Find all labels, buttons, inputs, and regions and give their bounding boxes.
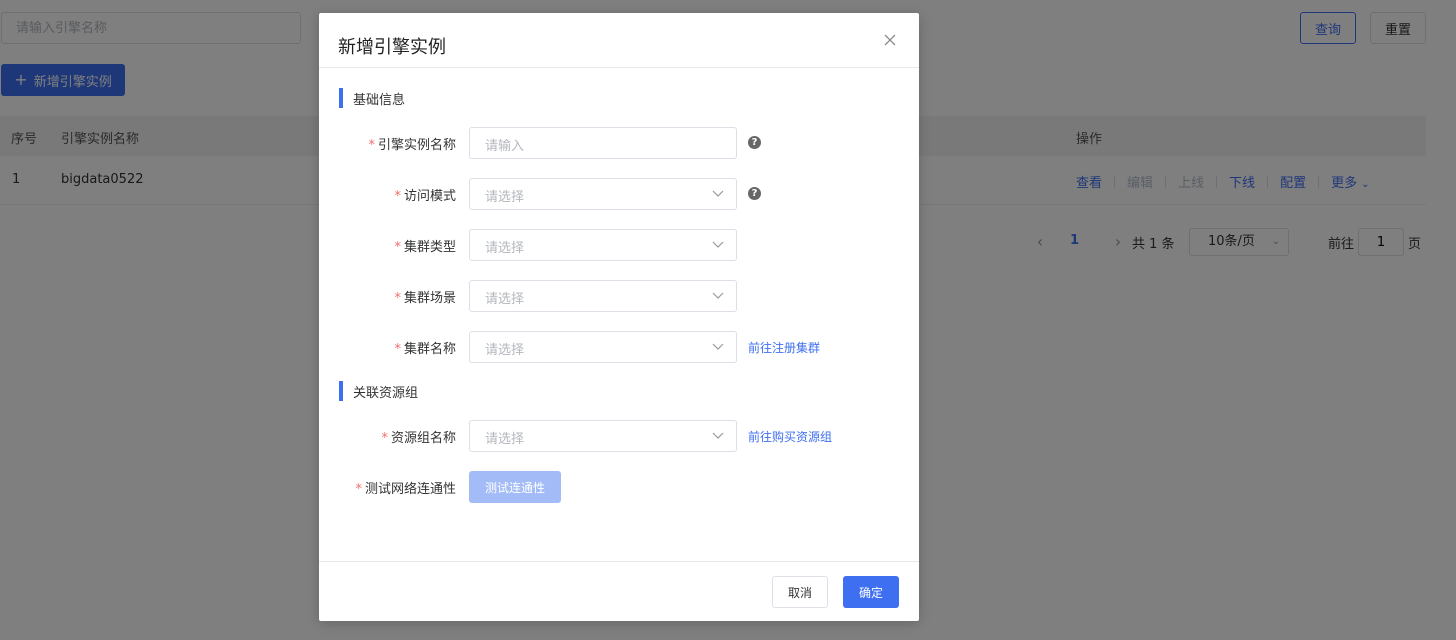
- section-basic-info-label: 基础信息: [353, 92, 406, 108]
- engine-name-label: * 引擎实例名称: [368, 134, 456, 153]
- confirm-button[interactable]: 确定: [843, 576, 899, 608]
- form-row-cluster-scene: * 集群场景 请选择: [319, 280, 919, 312]
- help-icon[interactable]: ?: [748, 187, 761, 200]
- chevron-down-icon: [712, 432, 724, 439]
- cluster-type-label-text: 集群类型: [403, 240, 456, 255]
- cancel-button[interactable]: 取消: [772, 576, 828, 608]
- dialog-header: 新增引擎实例: [319, 13, 919, 68]
- cluster-scene-placeholder: 请选择: [485, 292, 525, 307]
- engine-name-input[interactable]: 请输入: [469, 127, 737, 159]
- section-bar: [339, 381, 343, 401]
- cluster-type-label: * 集群类型: [394, 236, 456, 255]
- dialog-footer: 取消 确定: [319, 561, 919, 621]
- form-row-cluster-type: * 集群类型 请选择: [319, 229, 919, 261]
- network-test-label: * 测试网络连通性: [355, 478, 456, 497]
- cluster-name-select[interactable]: 请选择: [469, 331, 737, 363]
- required-mark: *: [394, 240, 401, 255]
- section-basic-info: 基础信息: [339, 88, 405, 108]
- network-test-label-text: 测试网络连通性: [364, 482, 456, 497]
- dialog-title: 新增引擎实例: [338, 37, 446, 58]
- cluster-scene-label: * 集群场景: [394, 287, 456, 306]
- required-mark: *: [394, 291, 401, 306]
- buy-resource-group-link[interactable]: 前往购买资源组: [748, 428, 832, 445]
- form-row-network-test: * 测试网络连通性 测试连通性: [319, 471, 919, 503]
- required-mark: *: [355, 482, 362, 497]
- required-mark: *: [381, 431, 388, 446]
- resource-group-label: * 资源组名称: [381, 427, 456, 446]
- cluster-name-label: * 集群名称: [394, 338, 456, 357]
- required-mark: *: [368, 138, 375, 153]
- access-mode-placeholder: 请选择: [485, 190, 525, 205]
- resource-group-placeholder: 请选择: [485, 432, 525, 447]
- help-icon[interactable]: ?: [748, 136, 761, 149]
- cluster-scene-select[interactable]: 请选择: [469, 280, 737, 312]
- test-connectivity-button[interactable]: 测试连通性: [469, 471, 561, 503]
- form-row-access-mode: * 访问模式 请选择 ?: [319, 178, 919, 210]
- form-row-engine-name: * 引擎实例名称 请输入 ?: [319, 127, 919, 159]
- required-mark: *: [394, 342, 401, 357]
- close-icon[interactable]: [881, 31, 899, 49]
- engine-name-label-text: 引擎实例名称: [377, 138, 456, 153]
- section-resource-group-label: 关联资源组: [353, 385, 419, 401]
- cluster-type-placeholder: 请选择: [485, 241, 525, 256]
- resource-group-select[interactable]: 请选择: [469, 420, 737, 452]
- register-cluster-link[interactable]: 前往注册集群: [748, 339, 820, 356]
- required-mark: *: [394, 189, 401, 204]
- add-engine-instance-dialog: 新增引擎实例 基础信息 * 引擎实例名称 请输入 ? * 访问模式 请选择 ? * 集…: [319, 13, 919, 621]
- section-resource-group: 关联资源组: [339, 381, 418, 401]
- access-mode-label: * 访问模式: [394, 185, 456, 204]
- chevron-down-icon: [712, 292, 724, 299]
- form-row-cluster-name: * 集群名称 请选择 前往注册集群: [319, 331, 919, 363]
- chevron-down-icon: [712, 343, 724, 350]
- cluster-type-select[interactable]: 请选择: [469, 229, 737, 261]
- section-bar: [339, 88, 343, 108]
- access-mode-label-text: 访问模式: [403, 189, 456, 204]
- cluster-name-placeholder: 请选择: [485, 343, 525, 358]
- chevron-down-icon: [712, 190, 724, 197]
- resource-group-label-text: 资源组名称: [390, 431, 456, 446]
- cluster-scene-label-text: 集群场景: [403, 291, 456, 306]
- cluster-name-label-text: 集群名称: [403, 342, 456, 357]
- access-mode-select[interactable]: 请选择: [469, 178, 737, 210]
- engine-name-placeholder: 请输入: [485, 139, 525, 154]
- chevron-down-icon: [712, 241, 724, 248]
- form-row-resource-group: * 资源组名称 请选择 前往购买资源组: [319, 420, 919, 452]
